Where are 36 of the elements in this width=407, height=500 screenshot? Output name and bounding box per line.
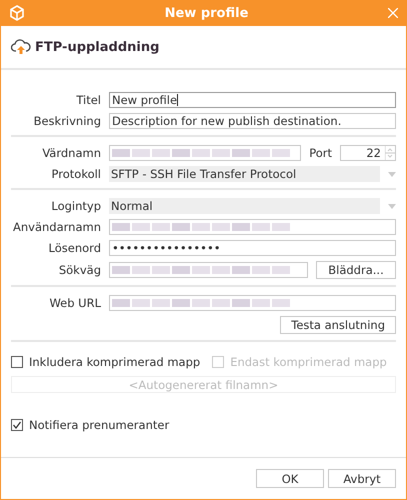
input-field[interactable] <box>109 219 396 235</box>
dropdown[interactable]: Normal <box>109 198 380 214</box>
checkbox[interactable] <box>11 419 23 431</box>
dialog-button[interactable]: Avbryt <box>328 469 396 488</box>
dropdown-arrow-icon[interactable] <box>388 172 396 176</box>
close-icon[interactable] <box>388 8 398 18</box>
field-label: Protokoll <box>50 167 101 181</box>
cloud-upload-icon <box>11 39 31 55</box>
port-spinner[interactable]: 22 <box>340 145 396 161</box>
dropdown-arrow-icon[interactable] <box>388 204 396 208</box>
checkbox[interactable] <box>11 356 23 368</box>
input-field[interactable] <box>109 262 308 278</box>
section-title: FTP-uppladdning <box>35 40 160 54</box>
field-label: Värdnamn <box>41 146 101 160</box>
field-label: Beskrivning <box>32 114 101 128</box>
browse-button[interactable]: Bläddra... <box>316 261 396 279</box>
checkbox-label: Notifiera prenumeranter <box>29 418 170 432</box>
logo-icon <box>9 5 25 21</box>
field-label: Lösenord <box>48 241 101 255</box>
checkbox-label: Endast komprimerad mapp <box>230 355 387 369</box>
field-label: Port <box>309 146 332 160</box>
window-title: New profile <box>164 6 248 20</box>
checkbox-label: Inkludera komprimerad mapp <box>29 355 200 369</box>
field-label: Logintyp <box>50 199 101 213</box>
field-label: Titel <box>75 93 101 107</box>
field-label: Web URL <box>48 296 101 310</box>
field-label: Sökväg <box>58 263 101 277</box>
input-field[interactable] <box>109 295 396 311</box>
dropdown[interactable]: SFTP - SSH File Transfer Protocol <box>109 166 380 182</box>
input-field[interactable]: •••••••••••••••• <box>109 240 396 256</box>
input-field[interactable]: New profile <box>109 92 396 108</box>
input-field[interactable] <box>109 145 302 161</box>
dialog-button[interactable]: OK <box>256 469 324 488</box>
test-connection-button[interactable]: Testa anslutning <box>280 316 396 334</box>
field-label: Användarnamn <box>12 220 101 234</box>
input-field[interactable]: Description for new publish destination. <box>109 113 396 129</box>
